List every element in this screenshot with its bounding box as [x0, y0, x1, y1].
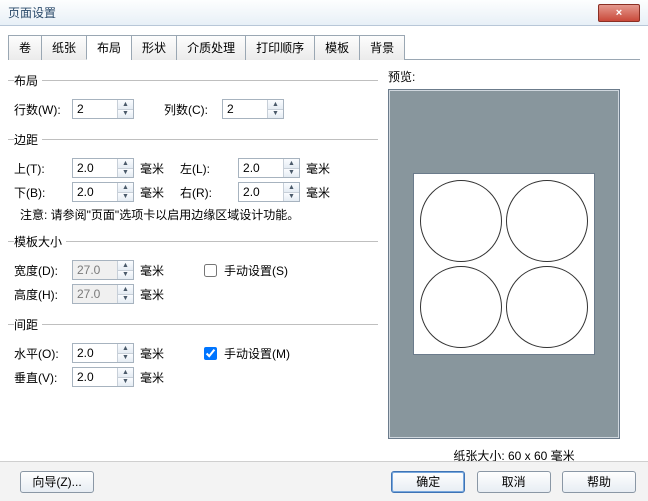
template-height-field [73, 285, 117, 303]
template-width-field [73, 261, 117, 279]
margin-top-label: 上(T): [14, 160, 72, 177]
margin-top-input[interactable]: ▲▼ [72, 158, 134, 178]
unit-label: 毫米 [140, 345, 164, 362]
tab-background[interactable]: 背景 [359, 35, 405, 60]
group-layout: 布局 行数(W): ▲▼ 列数(C): ▲▼ [8, 72, 378, 125]
tab-shape[interactable]: 形状 [131, 35, 176, 60]
unit-label: 毫米 [140, 160, 164, 177]
tab-strip: 卷 纸张 布局 形状 介质处理 打印顺序 模板 背景 [8, 34, 640, 60]
rows-spinner[interactable]: ▲▼ [117, 100, 133, 118]
margin-right-input[interactable]: ▲▼ [238, 182, 300, 202]
client-area: 卷 纸张 布局 形状 介质处理 打印顺序 模板 背景 布局 行数(W): ▲▼ … [0, 26, 648, 491]
template-height-label: 高度(H): [14, 286, 72, 303]
spacing-vert-field[interactable] [73, 368, 117, 386]
template-height-input: ▲▼ [72, 284, 134, 304]
group-margin-legend: 边距 [14, 131, 42, 148]
unit-label: 毫米 [306, 160, 330, 177]
spacing-horiz-label: 水平(O): [14, 345, 72, 362]
preview-circle-icon [506, 180, 588, 262]
help-button[interactable]: 帮助 [562, 471, 636, 493]
margin-note: 注意: 请参阅"页面"选项卡以启用边缘区域设计功能。 [20, 206, 378, 223]
cols-label: 列数(C): [164, 101, 222, 118]
group-template-legend: 模板大小 [14, 233, 66, 250]
tab-media[interactable]: 介质处理 [176, 35, 245, 60]
tab-template[interactable]: 模板 [314, 35, 359, 60]
spacing-vert-label: 垂直(V): [14, 369, 72, 386]
wizard-button[interactable]: 向导(Z)... [20, 471, 94, 493]
spacing-manual-checkbox[interactable]: 手动设置(M) [200, 344, 290, 363]
spacing-vert-spinner[interactable]: ▲▼ [117, 368, 133, 386]
tab-layout[interactable]: 布局 [86, 35, 131, 60]
margin-left-label: 左(L): [180, 160, 238, 177]
unit-label: 毫米 [140, 369, 164, 386]
spacing-horiz-field[interactable] [73, 344, 117, 362]
spacing-manual-check[interactable] [204, 347, 217, 360]
margin-left-field[interactable] [239, 159, 283, 177]
unit-label: 毫米 [140, 262, 164, 279]
close-button[interactable]: × [598, 4, 640, 22]
template-height-spinner: ▲▼ [117, 285, 133, 303]
rows-input-field[interactable] [73, 100, 117, 118]
tab-paper[interactable]: 纸张 [41, 35, 86, 60]
template-manual-checkbox[interactable]: 手动设置(S) [200, 261, 288, 280]
titlebar: 页面设置 × [0, 0, 648, 26]
margin-left-input[interactable]: ▲▼ [238, 158, 300, 178]
group-margin: 边距 上(T): ▲▼ 毫米 左(L): ▲▼ 毫米 下( [8, 131, 378, 227]
cancel-button[interactable]: 取消 [477, 471, 551, 493]
rows-label: 行数(W): [14, 101, 72, 118]
spacing-vert-input[interactable]: ▲▼ [72, 367, 134, 387]
preview-circle-icon [506, 266, 588, 348]
group-template-size: 模板大小 宽度(D): ▲▼ 毫米 手动设置(S) 高度(H): [8, 233, 378, 310]
template-width-input: ▲▼ [72, 260, 134, 280]
template-manual-check[interactable] [204, 264, 217, 277]
unit-label: 毫米 [140, 184, 164, 201]
preview-box [388, 89, 620, 439]
margin-right-spinner[interactable]: ▲▼ [283, 183, 299, 201]
ok-button[interactable]: 确定 [391, 471, 465, 493]
spin-up-icon[interactable]: ▲ [118, 100, 133, 110]
margin-top-spinner[interactable]: ▲▼ [117, 159, 133, 177]
spacing-horiz-spinner[interactable]: ▲▼ [117, 344, 133, 362]
margin-bottom-field[interactable] [73, 183, 117, 201]
margin-bottom-label: 下(B): [14, 184, 72, 201]
margin-bottom-spinner[interactable]: ▲▼ [117, 183, 133, 201]
unit-label: 毫米 [140, 286, 164, 303]
template-width-spinner: ▲▼ [117, 261, 133, 279]
preview-circle-icon [420, 266, 502, 348]
footer: 向导(Z)... 确定 取消 帮助 [0, 461, 648, 501]
cols-input-field[interactable] [223, 100, 267, 118]
preview-page [413, 173, 595, 355]
cols-spinner[interactable]: ▲▼ [267, 100, 283, 118]
margin-right-label: 右(R): [180, 184, 238, 201]
spacing-horiz-input[interactable]: ▲▼ [72, 343, 134, 363]
preview-label: 预览: [388, 68, 640, 85]
margin-right-field[interactable] [239, 183, 283, 201]
window-title: 页面设置 [8, 4, 56, 21]
spin-up-icon[interactable]: ▲ [268, 100, 283, 110]
preview-circle-icon [420, 180, 502, 262]
margin-top-field[interactable] [73, 159, 117, 177]
spin-down-icon[interactable]: ▼ [268, 110, 283, 119]
margin-left-spinner[interactable]: ▲▼ [283, 159, 299, 177]
tab-print-order[interactable]: 打印顺序 [245, 35, 314, 60]
template-width-label: 宽度(D): [14, 262, 72, 279]
margin-bottom-input[interactable]: ▲▼ [72, 182, 134, 202]
group-spacing-legend: 间距 [14, 316, 42, 333]
rows-input[interactable]: ▲▼ [72, 99, 134, 119]
template-manual-label: 手动设置(S) [224, 262, 288, 279]
group-layout-legend: 布局 [14, 72, 42, 89]
unit-label: 毫米 [306, 184, 330, 201]
cols-input[interactable]: ▲▼ [222, 99, 284, 119]
tab-roll[interactable]: 卷 [8, 35, 41, 60]
spin-down-icon[interactable]: ▼ [118, 110, 133, 119]
group-spacing: 间距 水平(O): ▲▼ 毫米 手动设置(M) 垂直(V): [8, 316, 378, 393]
spacing-manual-label: 手动设置(M) [224, 345, 290, 362]
